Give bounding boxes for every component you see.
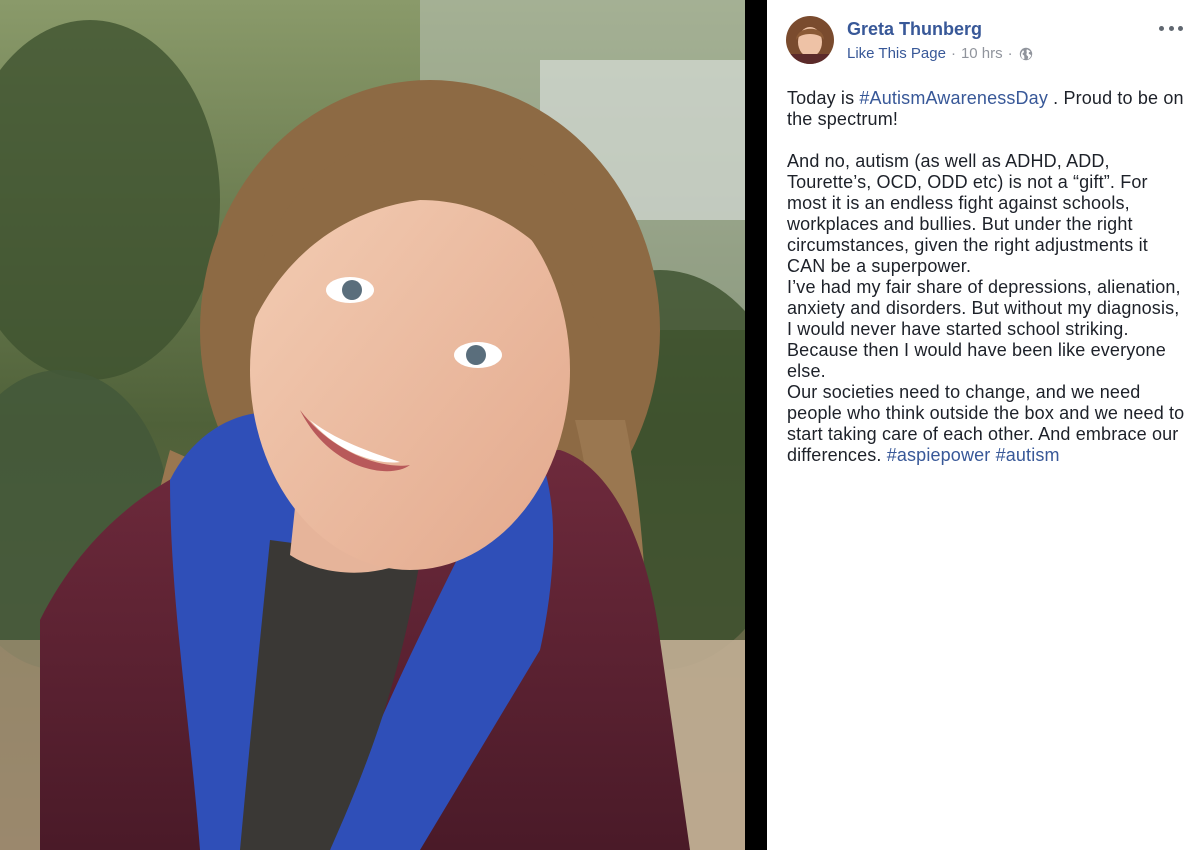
- hashtag-aspiepower-link[interactable]: #aspiepower: [887, 445, 991, 465]
- post-paragraph-2: And no, autism (as well as ADHD, ADD, To…: [787, 151, 1148, 276]
- post-timestamp[interactable]: 10 hrs: [961, 45, 1003, 62]
- globe-icon[interactable]: [1019, 47, 1033, 61]
- post-sidebar: Greta Thunberg Like This Page · 10 hrs ·…: [767, 0, 1200, 850]
- hashtag-autismawarenessday-link[interactable]: #AutismAwarenessDay: [859, 88, 1048, 108]
- more-options-button[interactable]: [1159, 18, 1183, 38]
- post-paragraph-3: I’ve had my fair share of depressions, a…: [787, 277, 1181, 381]
- post-meta: Like This Page · 10 hrs ·: [847, 45, 1033, 62]
- post-paragraph-1: Today is #AutismAwarenessDay . Proud to …: [787, 88, 1187, 130]
- post-paragraph-4: Our societies need to change, and we nee…: [787, 382, 1187, 466]
- post-photo[interactable]: [0, 0, 745, 850]
- more-options-icon: [1178, 25, 1183, 31]
- photo-illustration: [0, 0, 745, 850]
- like-page-link[interactable]: Like This Page: [847, 45, 946, 62]
- more-options-icon: [1168, 25, 1174, 31]
- author-name[interactable]: Greta Thunberg: [847, 19, 982, 40]
- author-avatar[interactable]: [786, 16, 834, 64]
- meta-separator: ·: [950, 45, 956, 62]
- paragraph-text: Today is: [787, 88, 860, 108]
- more-options-icon: [1159, 25, 1164, 31]
- avatar-image: [786, 16, 834, 64]
- meta-separator: ·: [1007, 45, 1013, 62]
- post-text: Today is #AutismAwarenessDay . Proud to …: [787, 88, 1187, 466]
- photo-divider: [745, 0, 767, 850]
- hashtag-autism-link[interactable]: #autism: [996, 445, 1060, 465]
